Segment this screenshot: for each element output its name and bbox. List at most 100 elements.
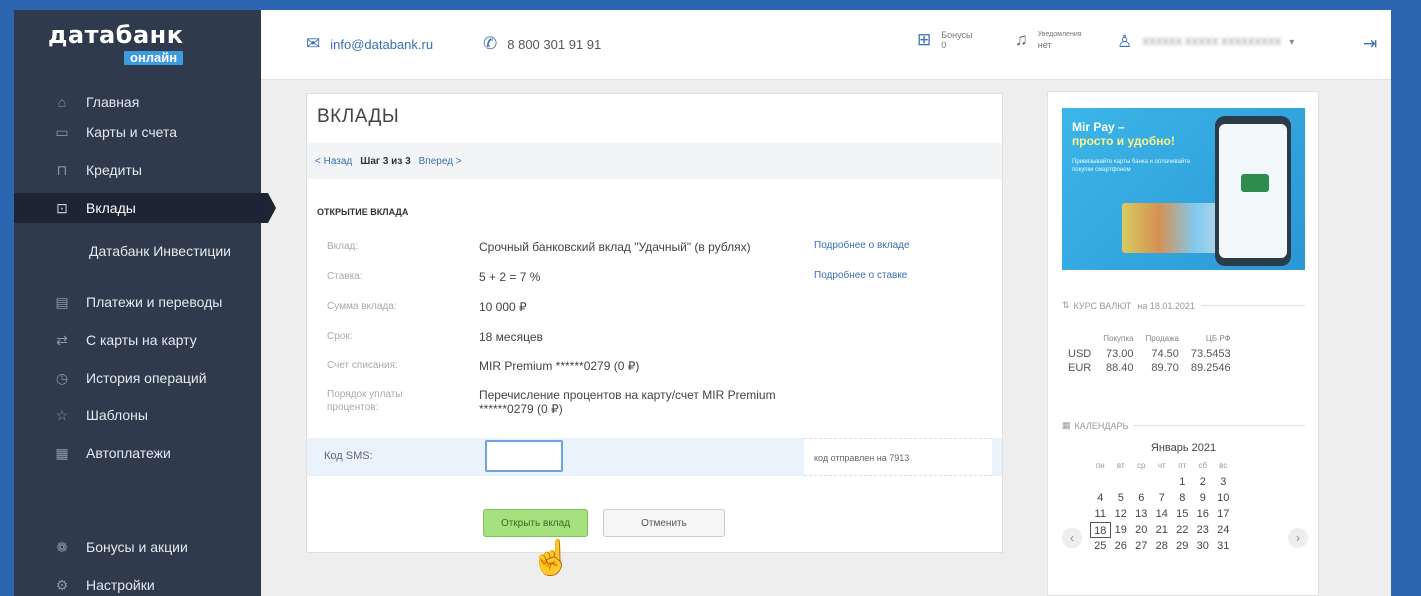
calendar-day[interactable]: 25 bbox=[1090, 538, 1111, 554]
detail-value: Перечисление процентов на карту/счет MIR… bbox=[479, 388, 776, 416]
detail-value: 18 месяцев bbox=[479, 330, 543, 344]
currency-code: USD bbox=[1068, 348, 1092, 360]
calendar-day[interactable]: 16 bbox=[1193, 506, 1214, 522]
mirpay-banner[interactable]: Mir Pay – просто и удобно! Привязывайте … bbox=[1062, 108, 1305, 270]
sell-rate: 89.70 bbox=[1151, 362, 1179, 374]
calendar-day[interactable]: 2 bbox=[1193, 474, 1214, 490]
open-deposit-button[interactable]: Открыть вклад bbox=[483, 509, 588, 537]
step-navigation: < Назад Шаг 3 из 3 Вперед > bbox=[307, 143, 1002, 179]
section-title: ОТКРЫТИЕ ВКЛАДА bbox=[317, 207, 409, 217]
calendar-day[interactable]: 26 bbox=[1111, 538, 1132, 554]
calendar-day[interactable]: 12 bbox=[1111, 506, 1132, 522]
calendar-day[interactable]: 28 bbox=[1152, 538, 1173, 554]
logo-text: датабанк bbox=[48, 21, 184, 49]
sidebar-item-card-to-card[interactable]: ⇄ С карты на карту bbox=[14, 325, 261, 355]
sidebar-item-autopayments[interactable]: ▦ Автоплатежи bbox=[14, 438, 261, 468]
sidebar-item-label: Бонусы и акции bbox=[86, 539, 188, 555]
calendar-day[interactable]: 23 bbox=[1193, 522, 1214, 538]
rates-header: ⇅ КУРС ВАЛЮТ на 18.01.2021 bbox=[1062, 300, 1305, 311]
calendar-day[interactable]: 8 bbox=[1172, 490, 1193, 506]
calendar-next-button[interactable]: › bbox=[1288, 528, 1308, 548]
email-link[interactable]: info@databank.ru bbox=[330, 37, 433, 52]
calendar-week: 123 bbox=[1090, 474, 1305, 490]
sidebar-item-label: Кредиты bbox=[86, 162, 142, 178]
sidebar-item-templates[interactable]: ☆ Шаблоны bbox=[14, 400, 261, 430]
deposit-card: ВКЛАДЫ < Назад Шаг 3 из 3 Вперед > ОТКРЫ… bbox=[306, 93, 1003, 553]
sidebar-item-label: Карты и счета bbox=[86, 124, 177, 140]
calendar-day[interactable]: 1 bbox=[1172, 474, 1193, 490]
calendar-day[interactable]: 13 bbox=[1131, 506, 1152, 522]
weekday-label: вс bbox=[1219, 461, 1228, 470]
chevron-down-icon: ▾ bbox=[1289, 36, 1295, 48]
calendar-day[interactable]: 10 bbox=[1213, 490, 1234, 506]
rate-details-link[interactable]: Подробнее о ставке bbox=[814, 270, 907, 281]
calendar-day[interactable]: 15 bbox=[1172, 506, 1193, 522]
notifications-value: нет bbox=[1037, 40, 1052, 50]
sms-row: Код SMS: код отправлен на 7913 bbox=[307, 438, 1002, 476]
calendar-grid: пн вт ср чт пт сб вс 1 2 3 4 5 6 7 8 9 10 11 12 13 14 15 16 17 1… bbox=[1090, 458, 1305, 554]
rates-date: на 18.01.2021 bbox=[1137, 300, 1195, 311]
sidebar-item-deposits[interactable]: ⊡ Вклады bbox=[14, 193, 276, 223]
step-indicator: Шаг 3 из 3 bbox=[360, 155, 411, 167]
logout-button[interactable]: ⇥ bbox=[1363, 34, 1377, 54]
phone-number: 8 800 301 91 91 bbox=[507, 36, 602, 52]
calendar-day[interactable]: 27 bbox=[1131, 538, 1152, 554]
calendar-day[interactable]: 31 bbox=[1213, 538, 1234, 554]
calendar-day bbox=[1152, 474, 1173, 490]
buy-rate: 73.00 bbox=[1105, 348, 1134, 360]
calendar-day[interactable]: 19 bbox=[1111, 522, 1132, 538]
calendar-day[interactable]: 6 bbox=[1131, 490, 1152, 506]
sidebar-item-bonuses[interactable]: ❁ Бонусы и акции bbox=[14, 532, 261, 562]
calendar-day[interactable]: 30 bbox=[1193, 538, 1214, 554]
calendar-day[interactable]: 29 bbox=[1172, 538, 1193, 554]
email-contact[interactable]: ✉ info@databank.ru bbox=[306, 34, 433, 54]
calendar-day[interactable]: 22 bbox=[1172, 522, 1193, 538]
weekday-label: пт bbox=[1178, 461, 1187, 470]
sidebar-item-investments[interactable]: Датабанк Инвестиции bbox=[14, 236, 261, 266]
cb-rate: 89.2546 bbox=[1190, 362, 1231, 374]
detail-value: 10 000 ₽ bbox=[479, 300, 527, 314]
calendar-day[interactable]: 9 bbox=[1193, 490, 1214, 506]
calendar-day[interactable]: 4 bbox=[1090, 490, 1111, 506]
detail-label: Вклад: bbox=[327, 241, 359, 252]
sidebar-item-cards[interactable]: ▭ Карты и счета bbox=[14, 117, 261, 147]
phone-contact[interactable]: ✆ 8 800 301 91 91 bbox=[483, 34, 601, 54]
notifications-widget[interactable]: ♫ Уведомления нет bbox=[1015, 30, 1082, 50]
calendar-day[interactable]: 24 bbox=[1213, 522, 1234, 538]
forward-link[interactable]: Вперед > bbox=[419, 156, 462, 167]
calendar-day[interactable]: 17 bbox=[1213, 506, 1234, 522]
user-menu[interactable]: ♙ ХХХХХХ ХХХХХ ХХХХХХХХХ ▾ bbox=[1117, 32, 1294, 52]
sidebar-item-credits[interactable]: ⊓ Кредиты bbox=[14, 155, 261, 185]
mail-icon: ✉ bbox=[306, 34, 321, 53]
bonus-label: Бонусы bbox=[941, 30, 973, 40]
detail-label: Счет списания: bbox=[327, 360, 398, 371]
back-link[interactable]: < Назад bbox=[315, 156, 352, 167]
logo[interactable]: датабанк онлайн bbox=[48, 21, 184, 65]
sms-code-input[interactable] bbox=[485, 440, 563, 472]
calendar-day[interactable]: 14 bbox=[1152, 506, 1173, 522]
calendar-day[interactable]: 7 bbox=[1152, 490, 1173, 506]
calendar-day bbox=[1111, 474, 1132, 490]
calendar-day[interactable]: 20 bbox=[1131, 522, 1152, 538]
sidebar-item-history[interactable]: ◷ История операций bbox=[14, 363, 261, 393]
deposit-details-link[interactable]: Подробнее о вкладе bbox=[814, 240, 910, 251]
calendar-day[interactable]: 3 bbox=[1213, 474, 1234, 490]
divider bbox=[1200, 305, 1305, 306]
calendar-prev-button[interactable]: ‹ bbox=[1062, 528, 1082, 548]
calendar-day[interactable]: 11 bbox=[1090, 506, 1111, 522]
top-bar: ✉ info@databank.ru ✆ 8 800 301 91 91 ⊞ Б… bbox=[261, 10, 1391, 80]
cancel-button[interactable]: Отменить bbox=[603, 509, 725, 537]
card-icon: ▭ bbox=[55, 123, 69, 140]
phone-illustration bbox=[1215, 116, 1291, 266]
sidebar-item-settings[interactable]: ⚙ Настройки bbox=[14, 570, 261, 596]
banner-title-line1: Mir Pay – bbox=[1072, 120, 1125, 134]
calendar-day[interactable]: 18 bbox=[1090, 522, 1111, 538]
sidebar-item-payments[interactable]: ▤ Платежи и переводы bbox=[14, 287, 261, 317]
detail-label: Сумма вклада: bbox=[327, 301, 397, 312]
weekday-label: чт bbox=[1157, 461, 1166, 470]
calendar-day[interactable]: 5 bbox=[1111, 490, 1132, 506]
gear-icon: ⚙ bbox=[55, 576, 69, 593]
sidebar-item-home[interactable]: ⌂ Главная bbox=[14, 87, 261, 117]
bonus-widget[interactable]: ⊞ Бонусы 0 bbox=[917, 30, 973, 50]
calendar-day[interactable]: 21 bbox=[1152, 522, 1173, 538]
